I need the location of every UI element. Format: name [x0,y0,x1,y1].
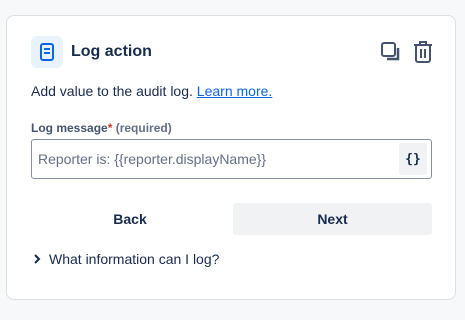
document-icon [31,36,63,68]
smart-values-button[interactable]: {} [399,143,427,175]
log-action-card: Log action Add value to the audit log. L… [6,15,456,300]
log-message-input[interactable] [32,151,399,167]
card-title: Log action [71,43,152,60]
description: Add value to the audit log. Learn more. [31,83,272,99]
card-header: Log action [31,36,435,68]
duplicate-icon[interactable] [379,40,403,64]
required-text: (required) [115,121,172,135]
trash-icon[interactable] [411,40,435,64]
info-expander[interactable]: What information can I log? [33,251,219,267]
chevron-right-icon [33,254,49,264]
expander-label: What information can I log? [49,251,220,267]
back-button[interactable]: Back [31,203,229,235]
learn-more-link[interactable]: Learn more. [197,83,272,99]
next-button[interactable]: Next [233,203,432,235]
log-message-label: Log message* (required) [31,121,172,135]
log-message-field: {} [31,139,432,179]
required-marker: * [107,121,113,135]
label-text: Log message [31,121,108,135]
description-text: Add value to the audit log. [31,83,193,99]
